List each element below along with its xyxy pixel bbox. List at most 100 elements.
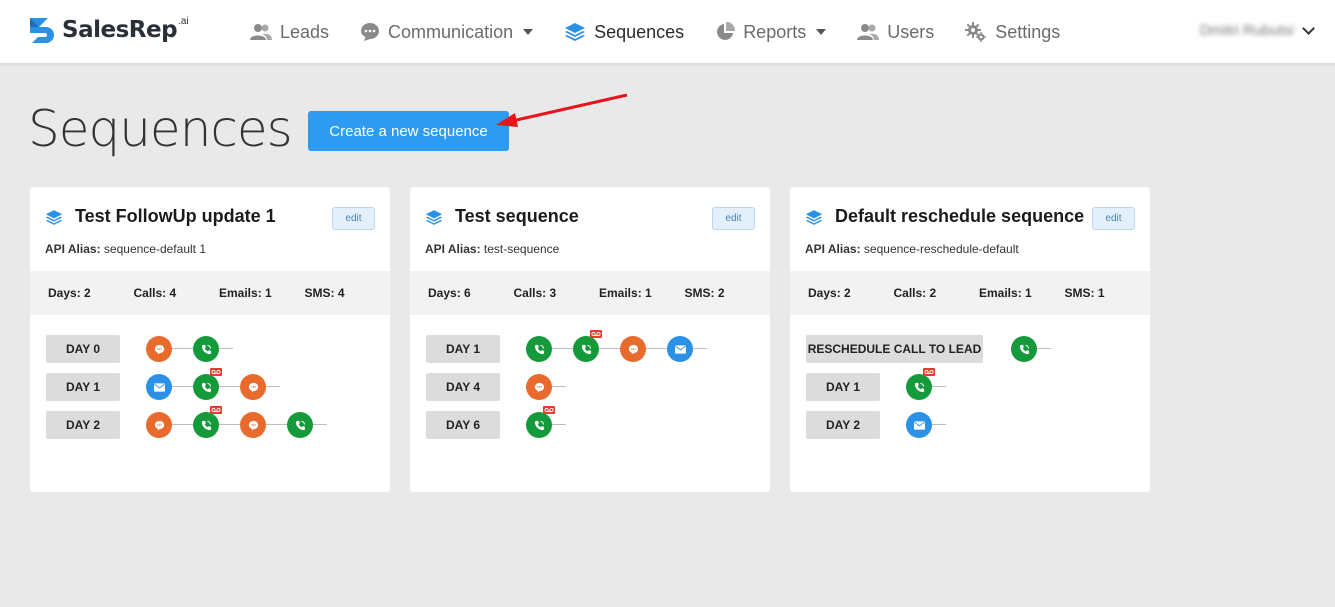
layers-icon <box>45 210 63 225</box>
user-menu[interactable]: Dmitri Rubutsi <box>1200 22 1315 39</box>
step-timeline <box>526 330 714 363</box>
day-row: DAY 1 <box>46 368 374 401</box>
envelope-icon <box>913 420 925 430</box>
day-label: DAY 0 <box>46 335 120 363</box>
nav-leads[interactable]: Leads <box>250 0 329 64</box>
edit-sequence-button[interactable]: edit <box>332 207 375 230</box>
sms-bubble-icon <box>534 382 544 393</box>
call-step[interactable] <box>573 330 620 363</box>
nav-reports[interactable]: Reports <box>715 0 827 64</box>
layers-icon <box>805 210 823 225</box>
top-navbar: SalesRep .ai Leads Communication Sequenc… <box>0 0 1335 64</box>
stat-sms: SMS: 1 <box>1064 286 1105 300</box>
day-label: DAY 1 <box>46 373 120 401</box>
sms-step[interactable] <box>240 411 287 439</box>
nav-communication-label: Communication <box>388 21 514 42</box>
call-badge <box>573 336 599 362</box>
edit-sequence-button[interactable]: edit <box>712 207 755 230</box>
card-icon-wrap <box>45 209 63 231</box>
create-sequence-button[interactable]: Create a new sequence <box>308 111 509 151</box>
day-row: RESCHEDULE CALL TO LEAD <box>806 335 1134 363</box>
email-badge <box>667 336 693 362</box>
stat-days: Days: 2 <box>808 286 851 300</box>
stat-calls: Calls: 4 <box>133 286 177 300</box>
day-row: DAY 0 <box>46 335 374 363</box>
sequence-title[interactable]: Default reschedule sequence <box>835 206 1084 227</box>
stat-sms: SMS: 2 <box>684 286 725 300</box>
stat-emails: Emails: 1 <box>979 286 1032 300</box>
day-list: RESCHEDULE CALL TO LEAD DAY 1 DAY 2 <box>790 315 1150 439</box>
day-label: DAY 4 <box>426 373 500 401</box>
api-alias-value: sequence-reschedule-default <box>863 242 1019 256</box>
voicemail-icon <box>211 407 221 413</box>
email-badge <box>146 374 172 400</box>
sms-step[interactable] <box>146 411 193 439</box>
nav-reports-label: Reports <box>743 21 807 42</box>
stat-sms: SMS: 4 <box>304 286 345 300</box>
sms-badge <box>526 374 552 400</box>
layers-icon <box>425 210 443 225</box>
nav-users[interactable]: Users <box>857 0 934 64</box>
nav-users-label: Users <box>887 21 935 42</box>
sms-step[interactable] <box>240 373 287 401</box>
call-badge <box>193 412 219 438</box>
step-timeline <box>146 368 287 401</box>
phone-icon <box>534 420 544 430</box>
sms-badge <box>240 412 266 438</box>
call-step[interactable] <box>906 368 953 401</box>
day-label: DAY 6 <box>426 411 500 439</box>
email-step[interactable] <box>667 335 714 363</box>
sequence-title[interactable]: Test FollowUp update 1 <box>75 206 276 227</box>
call-badge <box>526 336 552 362</box>
call-step[interactable] <box>526 406 573 439</box>
main-nav: Leads Communication Sequences Reports Us… <box>250 0 1091 64</box>
step-timeline <box>146 335 240 363</box>
sequence-title[interactable]: Test sequence <box>455 206 579 227</box>
day-row: DAY 2 <box>46 406 374 439</box>
day-label: DAY 2 <box>46 411 120 439</box>
phone-icon <box>581 344 591 354</box>
users-icon <box>250 24 272 40</box>
call-badge <box>906 374 932 400</box>
voicemail-badge <box>543 406 555 414</box>
brand-logo[interactable]: SalesRep .ai <box>26 15 189 45</box>
nav-settings[interactable]: Settings <box>965 0 1060 64</box>
nav-sequences[interactable]: Sequences <box>564 0 684 64</box>
phone-icon <box>201 420 211 430</box>
sms-badge <box>146 412 172 438</box>
voicemail-badge <box>210 406 222 414</box>
envelope-icon <box>153 382 165 392</box>
sequence-card: Default reschedule sequence edit API Alias… <box>790 187 1150 492</box>
sms-badge <box>146 336 172 362</box>
nav-communication[interactable]: Communication <box>360 0 534 64</box>
voicemail-icon <box>591 331 601 337</box>
email-step[interactable] <box>906 411 953 439</box>
email-step[interactable] <box>146 373 193 401</box>
step-timeline <box>906 411 953 439</box>
edit-sequence-button[interactable]: edit <box>1092 207 1135 230</box>
card-icon-wrap <box>425 209 443 231</box>
card-header: Default reschedule sequence edit API Alias… <box>790 187 1150 271</box>
call-step[interactable] <box>287 411 334 439</box>
day-label: DAY 2 <box>806 411 880 439</box>
call-step[interactable] <box>193 368 240 401</box>
sms-step[interactable] <box>526 373 573 401</box>
sms-step[interactable] <box>620 335 667 363</box>
card-icon-wrap <box>805 209 823 231</box>
api-alias-label: API Alias: <box>805 242 861 256</box>
call-step[interactable] <box>1011 335 1058 363</box>
api-alias-value: sequence-default 1 <box>103 242 206 256</box>
sms-step[interactable] <box>146 335 193 363</box>
chevron-down-icon <box>816 29 827 35</box>
stat-emails: Emails: 1 <box>599 286 652 300</box>
api-alias-label: API Alias: <box>45 242 101 256</box>
voicemail-icon <box>211 369 221 375</box>
sequence-card: Test sequence edit API Alias: test-sequenc… <box>410 187 770 492</box>
call-step[interactable] <box>193 335 240 363</box>
api-alias: API Alias: sequence-reschedule-default <box>805 242 1019 256</box>
call-step[interactable] <box>526 335 573 363</box>
call-badge <box>1011 336 1037 362</box>
sms-bubble-icon <box>154 420 164 431</box>
call-step[interactable] <box>193 406 240 439</box>
call-badge <box>193 374 219 400</box>
